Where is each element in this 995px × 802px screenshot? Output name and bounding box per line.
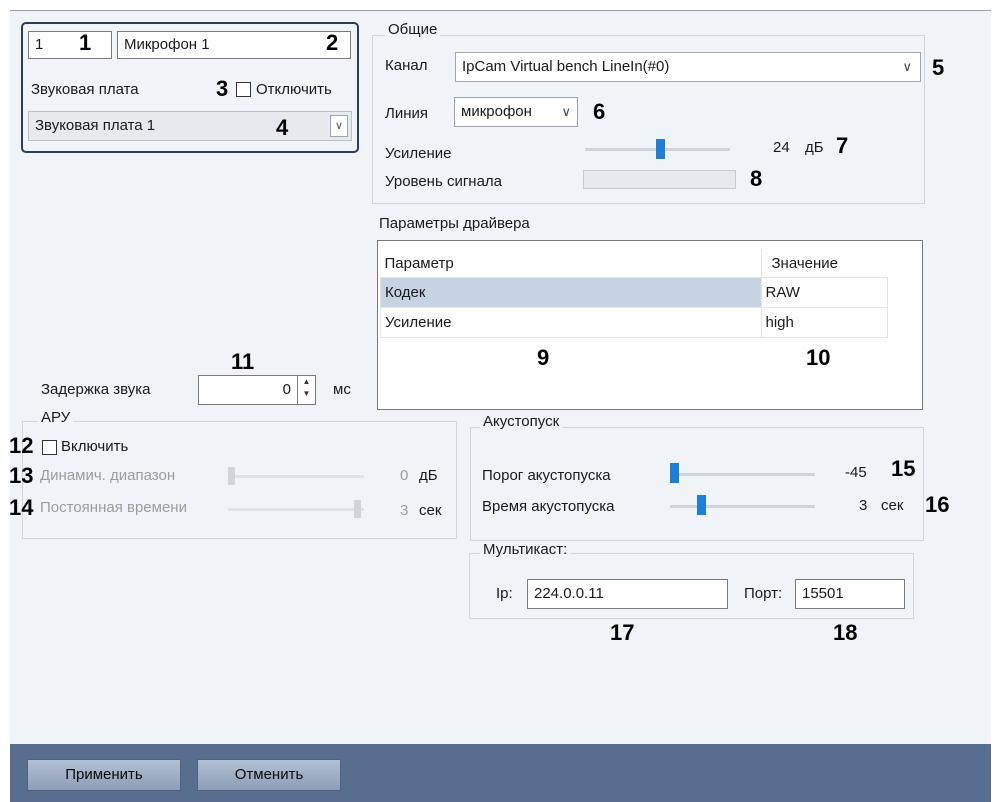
driver-params-table: Параметр Значение Кодек RAW Усиление hig…	[377, 240, 923, 410]
vox-threshold-value: -45	[845, 464, 867, 481]
callout-12: 12	[9, 433, 34, 458]
vox-threshold-slider-thumb[interactable]	[670, 463, 679, 483]
channel-label: Канал	[385, 57, 428, 74]
callout-10: 10	[806, 345, 831, 370]
multicast-port-label: Порт:	[744, 585, 783, 602]
callout-11: 11	[231, 349, 255, 374]
delay-label: Задержка звука	[41, 381, 151, 398]
callout-3: 3	[216, 76, 229, 101]
agc-time-label: Постоянная времени	[40, 499, 187, 516]
device-id-field[interactable]: 1	[28, 31, 112, 59]
driver-header-row: Параметр Значение	[380, 249, 888, 278]
agc-time-value: 3	[400, 502, 409, 519]
gain-value: 24	[773, 139, 790, 156]
signal-level-meter	[583, 170, 736, 189]
vox-time-slider-track[interactable]	[670, 505, 815, 508]
apply-button[interactable]: Применить	[27, 759, 181, 791]
vox-group	[470, 427, 924, 541]
disable-label: Отключить	[256, 81, 332, 98]
vox-title: Акустопуск	[480, 413, 563, 430]
agc-title: АРУ	[38, 409, 74, 426]
multicast-ip-label: Ip:	[496, 585, 513, 602]
chevron-down-icon: ∨	[561, 104, 571, 119]
vox-time-label: Время акустопуска	[482, 498, 615, 515]
multicast-title: Мультикаст:	[480, 541, 571, 558]
agc-range-slider-track[interactable]	[228, 475, 364, 478]
multicast-ip-input[interactable]: 224.0.0.11	[527, 579, 728, 609]
agc-enable-label: Включить	[61, 438, 129, 455]
table-cell-param[interactable]: Кодек	[380, 277, 762, 308]
callout-1: 1	[79, 30, 92, 55]
agc-range-label: Динамич. диапазон	[40, 467, 176, 484]
agc-range-unit: дБ	[419, 467, 438, 484]
signal-level-label: Уровень сигнала	[385, 173, 503, 190]
gain-unit: дБ	[805, 139, 824, 156]
line-select-value: микрофон	[461, 103, 532, 120]
callout-15: 15	[891, 456, 916, 481]
driver-params-title: Параметры драйвера	[379, 215, 530, 232]
driver-grid: Параметр Значение Кодек RAW Усиление hig…	[380, 249, 888, 338]
multicast-port-input[interactable]: 15501	[795, 579, 905, 609]
delay-unit: мс	[333, 381, 351, 398]
vox-time-unit: сек	[881, 497, 904, 514]
callout-7: 7	[836, 133, 849, 158]
line-label: Линия	[385, 105, 429, 122]
table-cell-param[interactable]: Усиление	[380, 307, 762, 338]
delay-spinner[interactable]: ▲ ▼	[298, 375, 316, 405]
chevron-down-icon: ∨	[334, 120, 344, 132]
gain-slider-thumb[interactable]	[656, 139, 665, 159]
callout-16: 16	[925, 492, 950, 517]
callout-4: 4	[276, 115, 289, 140]
spin-down-icon[interactable]: ▼	[298, 388, 315, 400]
vox-time-slider-thumb[interactable]	[697, 495, 706, 515]
callout-18: 18	[833, 620, 858, 645]
soundcard-dropdown-button[interactable]: ∨	[330, 115, 348, 137]
callout-2: 2	[326, 30, 339, 55]
table-row[interactable]: Кодек RAW	[380, 277, 888, 308]
agc-time-slider-track[interactable]	[228, 508, 364, 511]
callout-13: 13	[9, 463, 34, 488]
soundcard-select[interactable]: Звуковая плата 1	[28, 111, 352, 141]
vox-threshold-slider-track[interactable]	[670, 473, 815, 476]
agc-range-value: 0	[400, 467, 409, 484]
callout-5: 5	[932, 55, 945, 80]
vox-threshold-label: Порог акустопуска	[482, 467, 611, 484]
channel-select-value: IpCam Virtual bench LineIn(#0)	[462, 58, 670, 75]
column-header-param[interactable]: Параметр	[380, 249, 762, 278]
table-cell-value[interactable]: RAW	[760, 277, 888, 308]
callout-14: 14	[9, 495, 34, 520]
chevron-down-icon: ∨	[902, 59, 912, 74]
line-select[interactable]: микрофон ∨	[454, 97, 578, 127]
callout-9: 9	[537, 345, 550, 370]
table-row[interactable]: Усиление high	[380, 307, 888, 338]
channel-select[interactable]: IpCam Virtual bench LineIn(#0) ∨	[455, 52, 921, 82]
table-cell-value[interactable]: high	[760, 307, 888, 338]
general-title: Общие	[385, 21, 441, 38]
agc-time-unit: сек	[419, 502, 442, 519]
soundcard-select-value: Звуковая плата 1	[35, 117, 156, 134]
agc-range-slider-thumb[interactable]	[228, 467, 235, 485]
callout-6: 6	[593, 99, 606, 124]
cancel-button[interactable]: Отменить	[197, 759, 341, 791]
delay-input-value: 0	[282, 381, 291, 398]
callout-17: 17	[610, 620, 635, 645]
delay-input[interactable]: 0	[198, 375, 298, 405]
column-header-value[interactable]: Значение	[761, 249, 888, 278]
agc-time-slider-thumb[interactable]	[354, 500, 361, 518]
agc-enable-checkbox[interactable]	[42, 440, 57, 455]
callout-8: 8	[750, 166, 763, 191]
device-name-field[interactable]: Микрофон 1	[117, 31, 351, 59]
vox-time-value: 3	[859, 497, 868, 514]
soundcard-label: Звуковая плата	[31, 81, 139, 98]
disable-checkbox[interactable]	[236, 82, 251, 97]
gain-label: Усиление	[385, 145, 452, 162]
spin-up-icon[interactable]: ▲	[298, 376, 315, 388]
